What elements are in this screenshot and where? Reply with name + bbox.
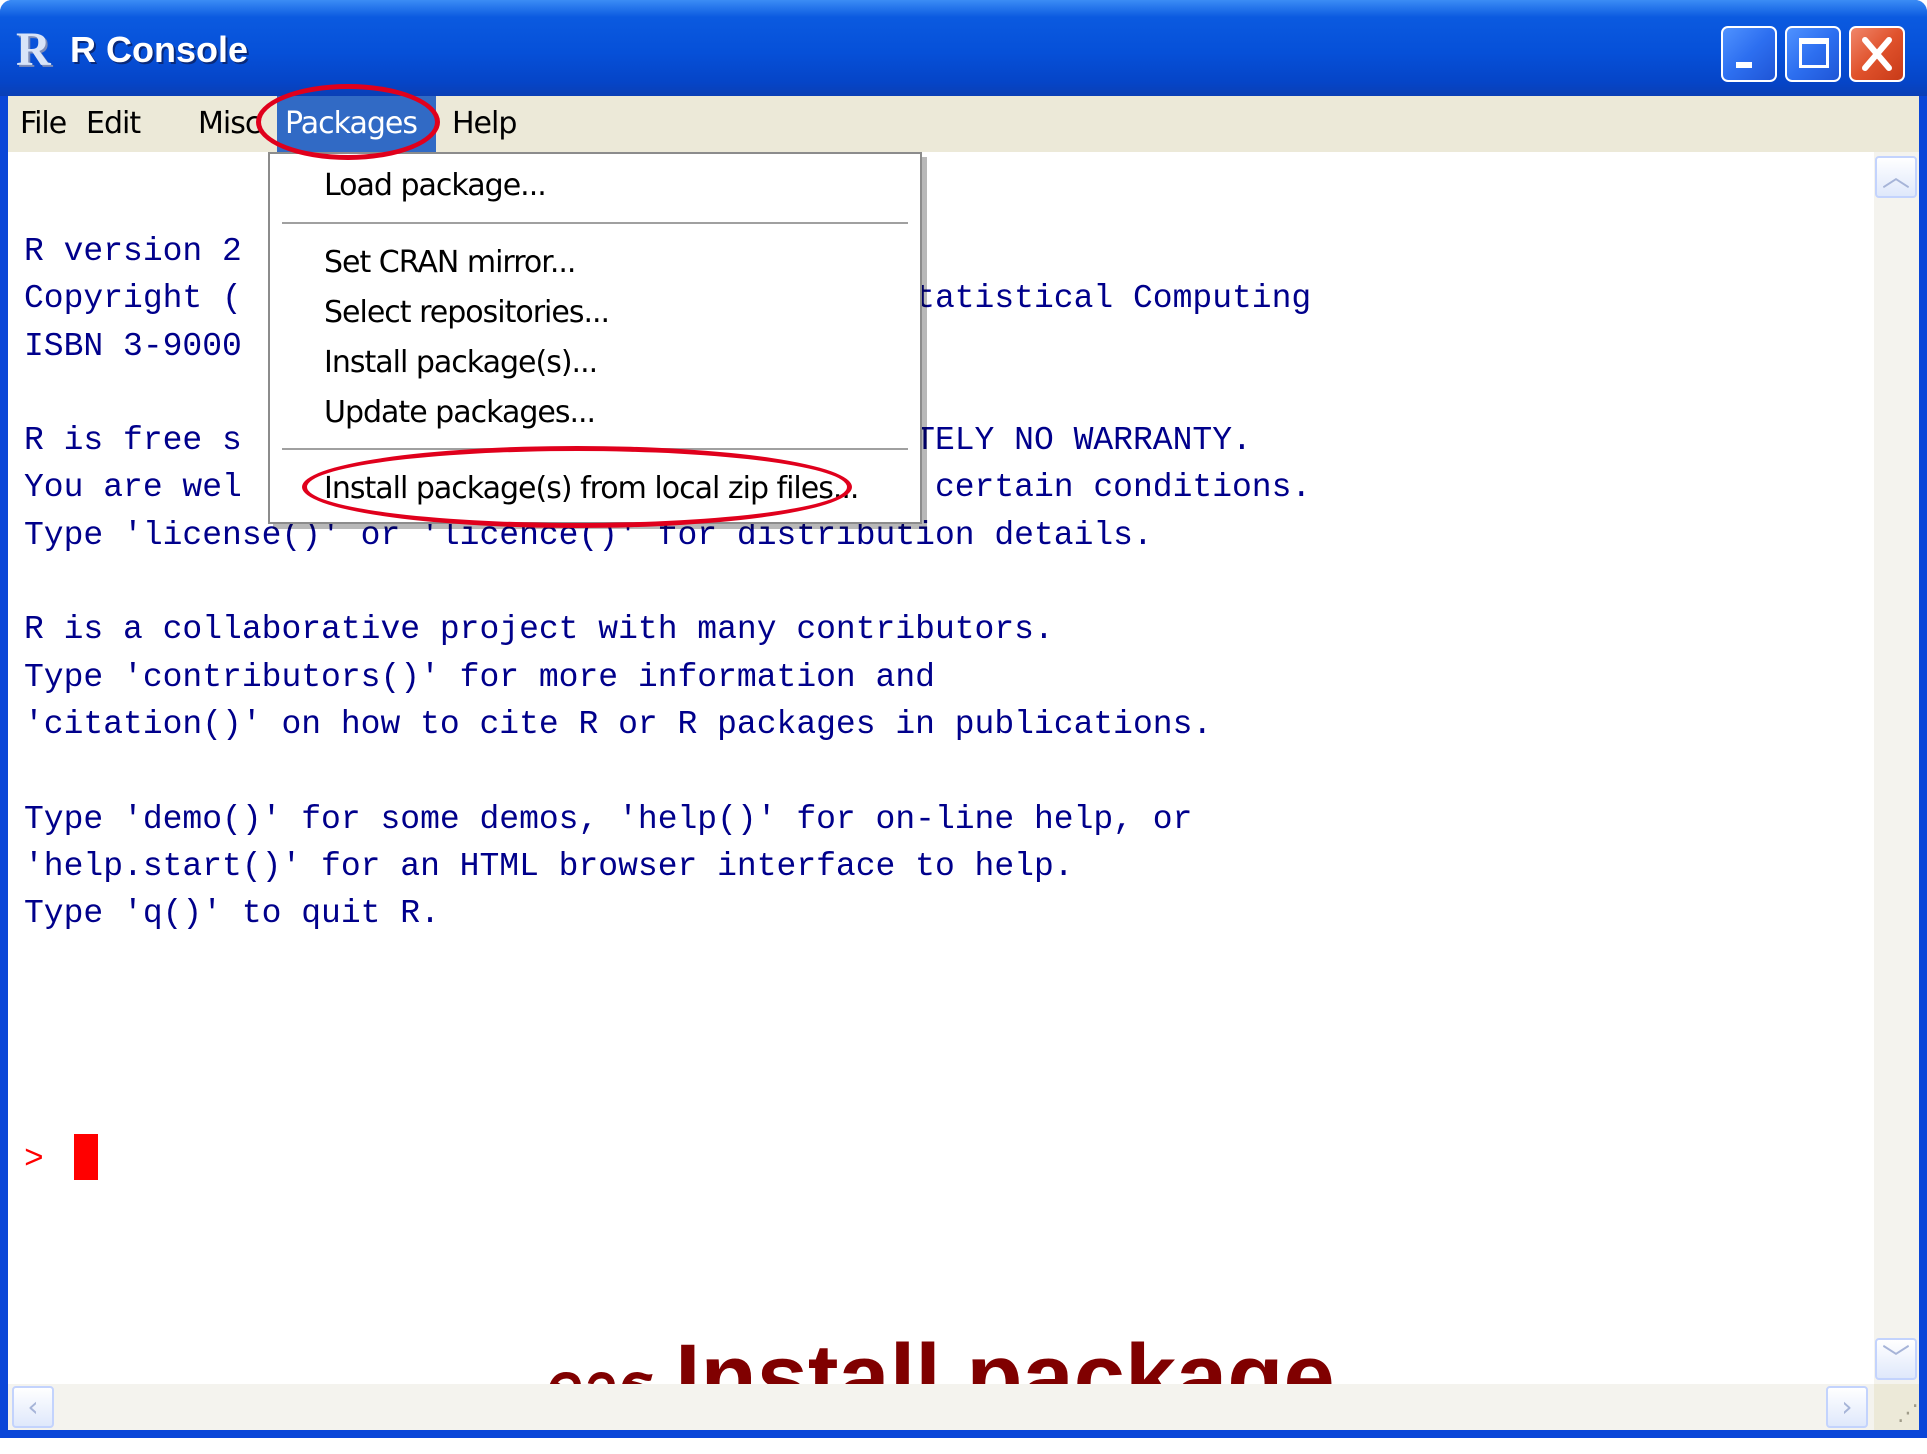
text-cursor[interactable]: [74, 1134, 98, 1180]
chevron-up-icon: ︿: [1881, 160, 1910, 193]
console-line: 'help.start()' for an HTML browser inter…: [24, 847, 1074, 885]
menu-separator: [282, 448, 908, 450]
maximize-icon: [1799, 38, 1829, 68]
horizontal-scrollbar[interactable]: ‹ ›: [8, 1384, 1874, 1430]
menu-help[interactable]: Help: [444, 96, 524, 152]
resize-grip-icon[interactable]: ⋰: [1874, 1384, 1919, 1430]
console-prompt: >: [24, 1141, 44, 1178]
packages-dropdown-menu: Load package... Set CRAN mirror... Selec…: [268, 152, 922, 524]
maximize-button[interactable]: [1785, 26, 1841, 82]
chevron-right-icon: ›: [1841, 1390, 1853, 1423]
menu-separator: [282, 222, 908, 224]
scroll-right-button[interactable]: ›: [1826, 1386, 1868, 1428]
menu-item-install-from-zip[interactable]: Install package(s) from local zip files.…: [324, 466, 859, 512]
title-bar[interactable]: R R Console: [0, 0, 1927, 96]
scroll-down-button[interactable]: ﹀: [1875, 1338, 1917, 1380]
vertical-scrollbar[interactable]: ︿ ﹀: [1874, 152, 1919, 1384]
console-line: ISBN 3-9000: [24, 327, 242, 365]
menu-item-update-packages[interactable]: Update packages...: [324, 390, 596, 436]
menu-bar: File Edit Misc Packages Help: [8, 96, 1919, 152]
r-app-icon: R: [16, 23, 51, 76]
menu-misc[interactable]: Misc: [190, 96, 268, 152]
menu-item-set-cran-mirror[interactable]: Set CRAN mirror...: [324, 240, 576, 286]
console-line: Type 'q()' to quit R.: [24, 895, 440, 933]
r-console-window: R R Console File Edit Misc Packages Help…: [0, 0, 1927, 1438]
console-line: 'citation()' on how to cite R or R packa…: [24, 705, 1213, 743]
chevron-down-icon: ﹀: [1881, 1342, 1910, 1375]
console-line: R is a collaborative project with many c…: [24, 611, 1054, 649]
minimize-button[interactable]: [1721, 26, 1777, 82]
scroll-left-button[interactable]: ‹: [12, 1386, 54, 1428]
menu-item-install-packages[interactable]: Install package(s)...: [324, 340, 598, 386]
minimize-icon: [1736, 62, 1752, 68]
window-title: R Console: [70, 29, 249, 70]
chevron-left-icon: ‹: [27, 1390, 39, 1423]
menu-item-select-repositories[interactable]: Select repositories...: [324, 290, 610, 336]
close-button[interactable]: [1849, 26, 1905, 82]
menu-packages[interactable]: Packages: [277, 96, 436, 152]
menu-edit[interactable]: Edit: [78, 96, 148, 152]
menu-item-load-package[interactable]: Load package...: [324, 163, 547, 209]
close-icon: [1862, 37, 1892, 71]
scroll-up-button[interactable]: ︿: [1875, 156, 1917, 198]
menu-file[interactable]: File: [12, 96, 74, 152]
console-line: Type 'demo()' for some demos, 'help()' f…: [24, 800, 1193, 838]
console-line: Type 'contributors()' for more informati…: [24, 658, 935, 696]
console-line: R version 2: [24, 233, 242, 270]
